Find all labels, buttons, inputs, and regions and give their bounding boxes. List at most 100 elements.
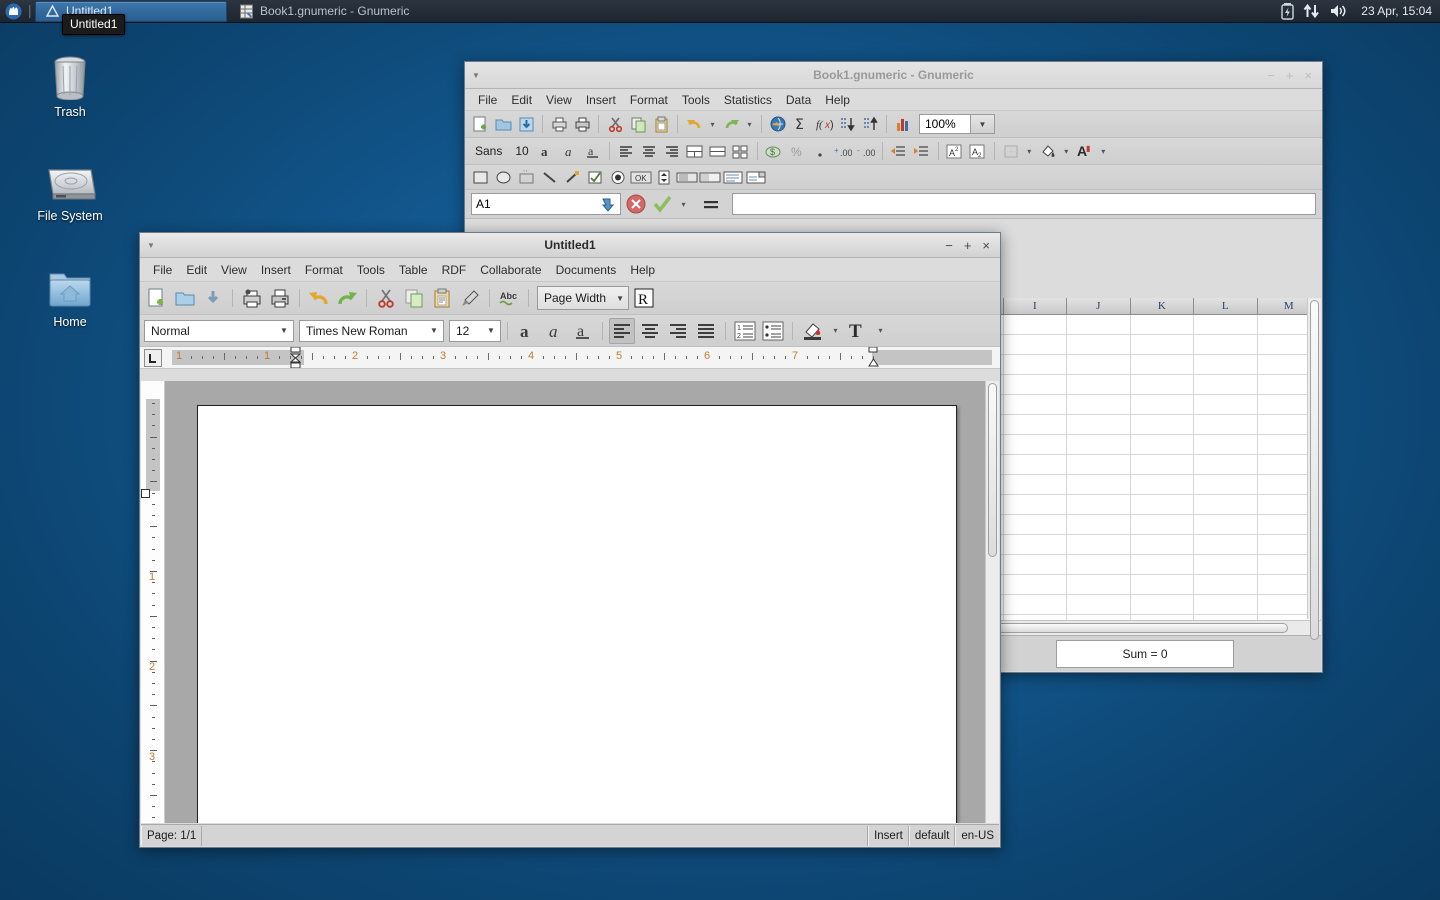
align-left-icon[interactable] (615, 140, 637, 162)
sheet-cell[interactable] (1004, 575, 1067, 595)
frame-icon[interactable]: `` (515, 166, 537, 188)
sheet-cell[interactable] (1004, 435, 1067, 455)
sheet-cell[interactable] (1004, 555, 1067, 575)
menu-tools[interactable]: Tools (675, 91, 717, 109)
add-decimal-icon[interactable]: +.00 (832, 140, 854, 162)
sheet-cell[interactable] (1194, 435, 1257, 455)
sheet-cell[interactable] (1067, 575, 1130, 595)
abiword-document-area[interactable]: 123 (141, 381, 999, 823)
chevron-down-icon[interactable]: ▼ (612, 294, 628, 303)
thousands-format-icon[interactable] (809, 140, 831, 162)
open-icon[interactable] (492, 113, 514, 135)
scrollbar-thumb[interactable] (988, 383, 997, 557)
sheet-cell[interactable] (1067, 475, 1130, 495)
italic-icon[interactable]: a (542, 318, 568, 344)
money-format-icon[interactable]: $ (763, 140, 785, 162)
chevron-down-icon[interactable]: ▼ (482, 326, 500, 335)
sheet-cell[interactable] (1004, 595, 1067, 615)
tab-stop-left-icon[interactable] (144, 349, 162, 367)
underline-icon[interactable]: a (570, 318, 596, 344)
sheet-cell[interactable] (1131, 395, 1194, 415)
scrollbar-icon[interactable] (676, 166, 698, 188)
font-size-value[interactable]: 10 (509, 144, 534, 158)
volume-icon[interactable] (1329, 3, 1348, 19)
align-left-icon[interactable] (609, 318, 635, 344)
chevron-down-icon[interactable]: ▼ (275, 326, 293, 335)
sheet-cell[interactable] (1067, 375, 1130, 395)
undo-icon[interactable] (683, 113, 705, 135)
sheet-cell[interactable] (1067, 555, 1130, 575)
redo-icon[interactable] (720, 113, 742, 135)
sheet-cell[interactable] (1131, 555, 1194, 575)
sheet-cell[interactable] (1194, 355, 1257, 375)
close-button[interactable]: × (982, 239, 990, 252)
undo-icon[interactable] (306, 285, 332, 311)
bold-icon[interactable]: a (536, 140, 558, 162)
cut-icon[interactable] (604, 113, 626, 135)
superscript-icon[interactable]: A2 (944, 140, 966, 162)
borders-icon[interactable] (1000, 140, 1022, 162)
function-dropdown-icon[interactable]: ▾ (677, 200, 690, 209)
menu-statistics[interactable]: Statistics (717, 91, 779, 109)
sheet-cell[interactable] (1194, 555, 1257, 575)
button-icon[interactable]: OK (630, 166, 652, 188)
sheet-cell[interactable] (1131, 415, 1194, 435)
equals-icon[interactable] (694, 197, 728, 211)
print-icon[interactable] (267, 285, 293, 311)
spellcheck-icon[interactable]: Abc (496, 285, 522, 311)
function-icon[interactable]: f(x) (813, 113, 835, 135)
taskbar-grip[interactable] (26, 0, 34, 23)
column-header-K[interactable]: K (1131, 298, 1194, 315)
gnumeric-standard-toolbar[interactable]: ▾ ▾ Σ f(x) 100% ▼ (465, 111, 1322, 138)
ruler-track[interactable]: 11234567 (162, 347, 1000, 369)
window-menu-icon[interactable]: ▼ (465, 71, 487, 80)
paste-icon[interactable] (429, 285, 455, 311)
underline-icon[interactable]: a (582, 140, 604, 162)
menu-table[interactable]: Table (392, 261, 435, 279)
gnumeric-vertical-scrollbar[interactable] (1307, 298, 1321, 619)
applications-launcher-icon[interactable] (0, 0, 26, 23)
menu-file[interactable]: File (146, 261, 179, 279)
sheet-cell[interactable] (1194, 335, 1257, 355)
ellipse-icon[interactable] (492, 166, 514, 188)
sheet-cell[interactable] (1067, 315, 1130, 335)
cell-reference-input[interactable]: A1 (471, 193, 621, 215)
format-painter-icon[interactable] (457, 285, 483, 311)
font-size-combo[interactable]: 12 ▼ (449, 320, 501, 342)
top-margin-marker[interactable] (141, 489, 150, 498)
new-document-icon[interactable] (144, 285, 170, 311)
print-preview-icon[interactable] (548, 113, 570, 135)
borders-dropdown-icon[interactable]: ▾ (1023, 147, 1036, 156)
sheet-cell[interactable] (1131, 335, 1194, 355)
sheet-cell[interactable] (1067, 535, 1130, 555)
sheet-cell[interactable] (1004, 495, 1067, 515)
minimize-button[interactable]: − (1267, 69, 1275, 82)
left-indent-marker[interactable] (290, 347, 301, 368)
spinner-icon[interactable] (653, 166, 675, 188)
sheet-cell[interactable] (1067, 455, 1130, 475)
sheet-cell[interactable] (1131, 595, 1194, 615)
minimize-button[interactable]: − (945, 239, 953, 252)
menu-data[interactable]: Data (779, 91, 818, 109)
redo-dropdown-icon[interactable]: ▾ (743, 120, 756, 129)
close-button[interactable]: × (1304, 69, 1312, 82)
print-preview-icon[interactable] (239, 285, 265, 311)
maximize-button[interactable]: + (964, 239, 972, 252)
copy-icon[interactable] (401, 285, 427, 311)
desktop-icon-home[interactable]: Home (15, 258, 125, 329)
sheet-cell[interactable] (1131, 535, 1194, 555)
cell-reference-dropdown-icon[interactable] (599, 196, 616, 213)
zoom-dropdown-icon[interactable]: ▼ (971, 114, 995, 134)
sheet-cell[interactable] (1004, 535, 1067, 555)
align-right-icon[interactable] (661, 140, 683, 162)
menu-documents[interactable]: Documents (549, 261, 624, 279)
line-icon[interactable] (538, 166, 560, 188)
redo-icon[interactable] (334, 285, 360, 311)
sheet-cell[interactable] (1131, 495, 1194, 515)
menu-rdf[interactable]: RDF (435, 261, 474, 279)
undo-dropdown-icon[interactable]: ▾ (706, 120, 719, 129)
sheet-cell[interactable] (1194, 375, 1257, 395)
right-indent-marker[interactable] (868, 347, 879, 368)
align-center-icon[interactable] (637, 318, 663, 344)
arrow-icon[interactable] (561, 166, 583, 188)
